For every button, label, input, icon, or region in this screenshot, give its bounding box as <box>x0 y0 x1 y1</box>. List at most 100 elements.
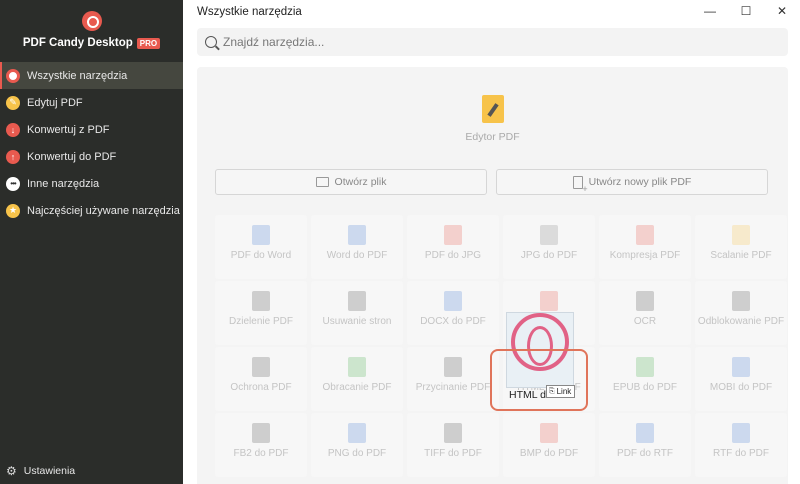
tool-icon <box>732 423 750 443</box>
sidebar-item-edit-pdf[interactable]: ✎ Edytuj PDF <box>0 89 183 116</box>
tool-icon <box>348 423 366 443</box>
brand: PDF Candy Desktop PRO <box>0 0 183 60</box>
close-icon: ✕ <box>776 4 788 18</box>
new-pdf-button[interactable]: Utwórz nowy plik PDF <box>496 169 768 195</box>
tool-icon <box>252 225 270 245</box>
tool-tile[interactable]: PDF do JPG <box>407 215 499 279</box>
tool-tile[interactable]: PDF do RTF <box>599 413 691 477</box>
search-input[interactable] <box>223 35 763 49</box>
tool-icon <box>732 357 750 377</box>
tool-label: Word do PDF <box>326 250 388 261</box>
tool-tile[interactable]: PNG do PDF <box>311 413 403 477</box>
tool-tile[interactable]: Dzielenie PDF <box>215 281 307 345</box>
star-icon: ★ <box>6 203 20 218</box>
new-file-icon <box>572 175 588 194</box>
sidebar-item-all-tools[interactable]: Wszystkie narzędzia <box>0 62 183 89</box>
maximize-button[interactable]: ☐ <box>728 0 764 22</box>
pdf-editor-icon <box>481 95 504 123</box>
tool-tile[interactable]: Przycinanie PDF <box>407 347 499 411</box>
tool-tile[interactable]: Obracanie PDF <box>311 347 403 411</box>
pdf-editor-label: Edytor PDF <box>465 131 520 143</box>
sidebar-item-convert-from-pdf[interactable]: ↓ Konwertuj z PDF <box>0 116 183 143</box>
arrow-down-icon: ↓ <box>6 122 20 137</box>
main-area: Wszystkie narzędzia — ☐ ✕ Edytor PDF Otw… <box>183 0 800 484</box>
tool-tile[interactable]: Odblokowanie PDF <box>695 281 787 345</box>
sidebar-item-convert-to-pdf[interactable]: ↑ Konwertuj do PDF <box>0 143 183 170</box>
tool-tile[interactable]: MOBI do PDF <box>695 347 787 411</box>
tool-label: JPG do PDF <box>520 250 578 261</box>
tool-icon <box>444 225 462 245</box>
pencil-icon: ✎ <box>6 95 20 110</box>
pdf-editor-section[interactable]: Edytor PDF <box>197 95 788 143</box>
tool-icon <box>444 423 462 443</box>
tool-tile[interactable]: PDF do Word <box>215 215 307 279</box>
search-bar <box>197 28 788 56</box>
link-tooltip: ⎘ Link <box>546 385 576 398</box>
sidebar-item-label: Konwertuj z PDF <box>27 123 110 136</box>
sidebar-item-label: Inne narzędzia <box>27 177 100 190</box>
open-file-button[interactable]: Otwórz plik <box>215 169 487 195</box>
tool-label: MOBI do PDF <box>709 382 773 393</box>
tool-tile[interactable]: OCR <box>599 281 691 345</box>
tool-tile[interactable]: DOCX do PDF <box>407 281 499 345</box>
settings-label: Ustawienia <box>23 465 76 477</box>
tool-tile[interactable]: TIFF do PDF <box>407 413 499 477</box>
drag-highlight <box>490 349 588 411</box>
window-controls: — ☐ ✕ <box>692 0 800 22</box>
search-icon <box>205 36 217 48</box>
minimize-button[interactable]: — <box>692 0 728 22</box>
tool-icon <box>348 225 366 245</box>
tool-icon <box>444 357 462 377</box>
tool-label: Ochrona PDF <box>230 382 292 393</box>
tool-tile[interactable]: FB2 do PDF <box>215 413 307 477</box>
tool-label: Obracanie PDF <box>322 382 392 393</box>
tool-label: FB2 do PDF <box>233 448 289 459</box>
sidebar-nav: Wszystkie narzędzia ✎ Edytuj PDF ↓ Konwe… <box>0 62 183 224</box>
app-logo-icon <box>81 11 102 31</box>
tool-icon <box>540 225 558 245</box>
tool-icon <box>636 225 654 245</box>
maximize-icon: ☐ <box>740 4 752 18</box>
tool-tile[interactable]: Scalanie PDF <box>695 215 787 279</box>
tool-label: Przycinanie PDF <box>415 382 491 393</box>
sidebar-item-label: Najczęściej używane narzędzia <box>27 204 180 217</box>
tool-label: Scalanie PDF <box>710 250 772 261</box>
tool-icon <box>252 357 270 377</box>
sidebar: PDF Candy Desktop PRO Wszystkie narzędzi… <box>0 0 183 484</box>
tool-tile[interactable]: Usuwanie stron <box>311 281 403 345</box>
close-button[interactable]: ✕ <box>764 0 800 22</box>
tool-label: PDF do Word <box>230 250 292 261</box>
settings-button[interactable]: ⚙ Ustawienia <box>6 464 75 478</box>
tool-icon <box>444 291 462 311</box>
tool-icon <box>732 225 750 245</box>
tool-tile[interactable]: Word do PDF <box>311 215 403 279</box>
tool-icon <box>636 357 654 377</box>
tool-icon <box>732 291 750 311</box>
sidebar-item-other-tools[interactable]: ••• Inne narzędzia <box>0 170 183 197</box>
tool-icon <box>540 423 558 443</box>
tool-tile[interactable]: JPG do PDF <box>503 215 595 279</box>
tool-tile[interactable]: RTF do PDF <box>695 413 787 477</box>
tool-label: EPUB do PDF <box>613 382 677 393</box>
dots-icon: ••• <box>6 176 20 191</box>
tool-icon <box>348 357 366 377</box>
tool-icon <box>636 423 654 443</box>
tool-label: DOCX do PDF <box>420 316 486 327</box>
sidebar-item-label: Edytuj PDF <box>27 96 83 109</box>
tool-tile[interactable]: Kompresja PDF <box>599 215 691 279</box>
tool-label: PDF do RTF <box>617 448 673 459</box>
link-icon: ⎘ <box>549 387 555 395</box>
tool-icon <box>252 423 270 443</box>
tool-label: PDF do JPG <box>424 250 482 261</box>
tool-label: TIFF do PDF <box>424 448 482 459</box>
folder-icon <box>315 177 329 187</box>
sidebar-item-most-used[interactable]: ★ Najczęściej używane narzędzia <box>0 197 183 224</box>
tool-label: Odblokowanie PDF <box>697 316 785 327</box>
tool-icon <box>540 291 558 311</box>
open-file-label: Otwórz plik <box>334 176 387 188</box>
new-pdf-label: Utwórz nowy plik PDF <box>588 176 692 188</box>
tool-tile[interactable]: EPUB do PDF <box>599 347 691 411</box>
tool-tile[interactable]: Ochrona PDF <box>215 347 307 411</box>
tool-tile[interactable]: BMP do PDF <box>503 413 595 477</box>
app-name: PDF Candy Desktop <box>22 37 133 49</box>
